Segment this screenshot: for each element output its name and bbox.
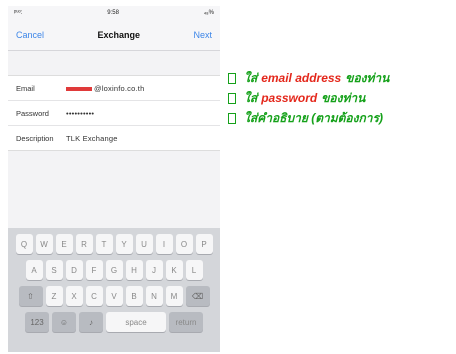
key-d[interactable]: D (65, 260, 83, 280)
nav-bar: Cancel Exchange Next (8, 20, 220, 51)
key-a[interactable]: A (25, 260, 43, 280)
shift-key[interactable]: ⇧ (18, 286, 43, 306)
redacted-mark (66, 86, 92, 91)
key-p[interactable]: P (195, 234, 213, 254)
description-row[interactable]: Description TLK Exchange (8, 126, 220, 150)
key-x[interactable]: X (65, 286, 83, 306)
key-q[interactable]: Q (15, 234, 33, 254)
delete-key[interactable]: ⌫ (185, 286, 210, 306)
key-y[interactable]: Y (115, 234, 133, 254)
battery-label: ₄₈% (203, 10, 214, 16)
email-row[interactable]: Email @loxinfo.co.th (8, 76, 220, 101)
key-v[interactable]: V (105, 286, 123, 306)
key-w[interactable]: W (35, 234, 53, 254)
description-label: Description (16, 133, 54, 143)
description-field[interactable]: TLK Exchange (66, 134, 118, 143)
keyboard: QWERTYUIOP ASDFGHJKL ⇧ Z X C V B N M ⌫ 123 ☺ ♪ … (8, 228, 220, 352)
key-t[interactable]: T (95, 234, 113, 254)
key-z[interactable]: Z (45, 286, 63, 306)
password-field[interactable]: •••••••••• (66, 109, 94, 118)
checkbox-icon (228, 92, 236, 104)
page-title: Exchange (97, 30, 141, 40)
checkbox-icon (228, 72, 236, 84)
next-button[interactable]: Next (193, 30, 212, 40)
key-i[interactable]: I (155, 234, 173, 254)
return-key[interactable]: return (169, 312, 203, 332)
annotation-description: ใส่คำอธิบาย (ตามต้องการ) (228, 108, 454, 128)
space-key[interactable]: space (106, 312, 166, 332)
key-h[interactable]: H (125, 260, 143, 280)
key-e[interactable]: E (55, 234, 73, 254)
key-k[interactable]: K (165, 260, 183, 280)
carrier-label: ᵖᵘᵒ: (14, 10, 23, 16)
phone-screen: ᵖᵘᵒ: 9:58 ₄₈% Cancel Exchange Next Email… (8, 6, 220, 352)
cancel-button[interactable]: Cancel (16, 30, 44, 40)
key-j[interactable]: J (145, 260, 163, 280)
annotation-email: ใส่ email address ของท่าน (228, 68, 454, 88)
key-b[interactable]: B (125, 286, 143, 306)
email-field[interactable]: @loxinfo.co.th (66, 84, 144, 93)
key-f[interactable]: F (85, 260, 103, 280)
emoji-key[interactable]: ☺ (52, 312, 76, 332)
annotation-list: ใส่ email address ของท่าน ใส่ password ของท่… (228, 68, 454, 128)
annotation-password: ใส่ password ของท่าน (228, 88, 454, 108)
password-label: Password (16, 108, 49, 118)
key-u[interactable]: U (135, 234, 153, 254)
account-form: Email @loxinfo.co.th Password ••••••••••… (8, 75, 220, 151)
mic-key[interactable]: ♪ (79, 312, 103, 332)
key-n[interactable]: N (145, 286, 163, 306)
clock-label: 9:58 (107, 10, 119, 16)
status-bar: ᵖᵘᵒ: 9:58 ₄₈% (8, 6, 220, 20)
key-s[interactable]: S (45, 260, 63, 280)
email-label: Email (16, 83, 35, 93)
password-row[interactable]: Password •••••••••• (8, 101, 220, 126)
key-c[interactable]: C (85, 286, 103, 306)
checkbox-icon (228, 112, 236, 124)
key-m[interactable]: M (165, 286, 183, 306)
numbers-key[interactable]: 123 (25, 312, 49, 332)
key-r[interactable]: R (75, 234, 93, 254)
key-l[interactable]: L (185, 260, 203, 280)
key-g[interactable]: G (105, 260, 123, 280)
key-o[interactable]: O (175, 234, 193, 254)
